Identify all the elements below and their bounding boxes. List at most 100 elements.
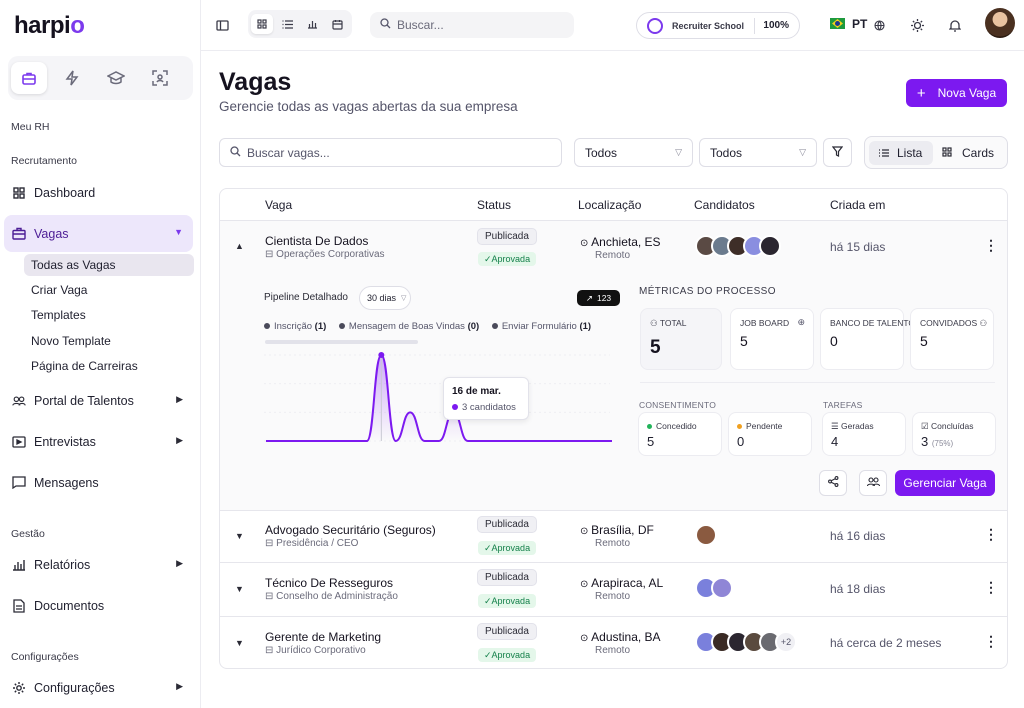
nav-mensagens[interactable]: Mensagens (4, 464, 193, 501)
nav-vagas[interactable]: Vagas ▼ (4, 215, 193, 252)
col-candidatos: Candidatos (694, 198, 755, 212)
nav-relatorios[interactable]: Relatórios ▶ (4, 546, 193, 583)
more-vertical-icon[interactable]: ⋮ (984, 579, 998, 596)
location-city: ⊙ Anchieta, ES (580, 235, 661, 249)
subnav-criar-vaga[interactable]: Criar Vaga (24, 279, 194, 301)
range-value: 30 dias (367, 293, 397, 303)
metric-job-board[interactable]: JOB BOARD ⊕ 5 (730, 308, 814, 370)
vaga-title[interactable]: Técnico De Resseguros (265, 576, 393, 590)
plus-icon: + (916, 84, 926, 102)
metric-banco-talento[interactable]: BANCO DE TALENTO 0 (820, 308, 915, 370)
nav-dashboard[interactable]: Dashboard (4, 174, 193, 211)
metric-label: ⚇ TOTAL (650, 318, 686, 329)
chevron-down-icon[interactable]: ▼ (235, 584, 244, 594)
app-logo[interactable]: harpio (14, 12, 85, 40)
legend-count: (1) (579, 321, 592, 332)
language-label[interactable]: PT (852, 17, 867, 31)
lightning-icon[interactable] (54, 62, 90, 94)
metric-label-text: Geradas (840, 421, 874, 431)
pipeline-chart[interactable] (264, 347, 620, 457)
metric-label-text: Concluídas (930, 421, 974, 431)
vaga-title[interactable]: Gerente de Marketing (265, 630, 381, 644)
metric-label: ☑ Concluídas (921, 421, 974, 432)
chevron-down-icon[interactable]: ▼ (235, 638, 244, 648)
nav-entrevistas[interactable]: Entrevistas ▶ (4, 423, 193, 460)
consent-pendente[interactable]: Pendente 0 (728, 412, 812, 456)
subnav-templates[interactable]: Templates (24, 304, 194, 326)
view-list-button[interactable]: Lista (869, 141, 933, 165)
chevron-right-icon: ▶ (176, 394, 183, 404)
col-criada-em: Criada em (830, 198, 886, 212)
gerenciar-vaga-button[interactable]: Gerenciar Vaga (895, 470, 995, 496)
bell-icon[interactable] (944, 14, 966, 36)
message-icon (12, 476, 26, 490)
vaga-title[interactable]: Advogado Securitário (Seguros) (265, 523, 436, 537)
candidate-avatar[interactable] (711, 577, 733, 599)
status-select[interactable]: Todos ▽ (574, 138, 693, 167)
vaga-dept-text: Operações Corporativas (276, 249, 385, 260)
consent-concedido[interactable]: Concedido 5 (638, 412, 722, 456)
share-button[interactable] (819, 470, 847, 496)
tasks-geradas[interactable]: ☰ Geradas 4 (822, 412, 906, 456)
metric-label: BANCO DE TALENTO (830, 318, 916, 328)
metric-convidados[interactable]: CONVIDADOS ⚇ 5 (910, 308, 994, 370)
share-icon (827, 476, 839, 490)
location-city-text: Adustina, BA (591, 630, 661, 644)
search-icon (230, 145, 241, 160)
more-vertical-icon[interactable]: ⋮ (984, 526, 998, 543)
global-search-input[interactable]: Buscar... (370, 12, 574, 38)
chevron-down-icon[interactable]: ▼ (235, 531, 244, 541)
candidates-button[interactable] (859, 470, 887, 496)
more-vertical-icon[interactable]: ⋮ (984, 633, 998, 650)
user-scan-icon[interactable] (142, 62, 178, 94)
legend-label: Inscrição (274, 321, 313, 332)
metric-value-text: 3 (921, 434, 929, 449)
filter-button[interactable] (823, 138, 852, 167)
approval-badge: ✓Aprovada (478, 541, 537, 555)
metric-value: 0 (830, 333, 838, 349)
more-vertical-icon[interactable]: ⋮ (984, 237, 998, 254)
section-meu-rh[interactable]: Meu RH (11, 121, 50, 133)
new-vaga-button[interactable]: + Nova Vaga (906, 79, 1007, 107)
check-square-icon: ☑ (921, 421, 931, 431)
graduation-cap-icon[interactable] (98, 62, 134, 94)
chevron-up-icon[interactable]: ▲ (235, 241, 244, 251)
status-badge: Publicada (477, 516, 537, 533)
candidate-avatar[interactable] (759, 235, 781, 257)
chevron-down-icon: ▽ (401, 295, 407, 302)
sidebar-toggle-icon[interactable] (211, 14, 233, 36)
building-icon: ⊟ (265, 645, 277, 656)
chevron-down-icon: ▽ (799, 147, 806, 157)
candidate-avatar[interactable] (695, 524, 717, 546)
more-candidates-count[interactable]: +2 (775, 631, 797, 653)
grid-icon (942, 146, 952, 160)
chevron-right-icon: ▶ (176, 681, 183, 691)
search-icon (380, 18, 391, 32)
nav-documentos[interactable]: Documentos (4, 587, 193, 624)
view-cards-button[interactable]: Cards (939, 141, 1003, 165)
sun-icon[interactable] (906, 14, 928, 36)
subnav-todas-vagas[interactable]: Todas as Vagas (24, 254, 194, 276)
range-select[interactable]: 30 dias ▽ (359, 286, 411, 310)
tasks-concluidas[interactable]: ☑ Concluídas 3 (75%) (912, 412, 996, 456)
progress-ring-icon (647, 17, 663, 34)
calendar-icon[interactable] (326, 14, 348, 34)
globe-icon[interactable] (868, 14, 890, 36)
nav-portal-talentos[interactable]: Portal de Talentos ▶ (4, 382, 193, 419)
bar-chart-icon[interactable] (301, 14, 323, 34)
location-select[interactable]: Todos ▽ (699, 138, 817, 167)
video-icon (12, 435, 26, 449)
vaga-title[interactable]: Cientista De Dados (265, 234, 368, 248)
chevron-down-icon: ▼ (174, 227, 183, 237)
recruiter-school-progress[interactable]: Recruiter School 100% (636, 12, 800, 39)
subnav-novo-template[interactable]: Novo Template (24, 330, 194, 352)
grid-icon[interactable] (251, 14, 273, 34)
subnav-pagina-carreiras[interactable]: Página de Carreiras (24, 355, 194, 377)
nav-configuracoes[interactable]: Configurações ▶ (4, 669, 193, 706)
briefcase-icon[interactable] (11, 62, 47, 94)
status-badge: Publicada (477, 569, 537, 586)
list-icon[interactable] (276, 14, 298, 34)
metric-total[interactable]: ⚇ TOTAL 5 (640, 308, 722, 370)
vagas-search-input[interactable]: Buscar vagas... (219, 138, 562, 167)
user-avatar[interactable] (985, 8, 1015, 38)
